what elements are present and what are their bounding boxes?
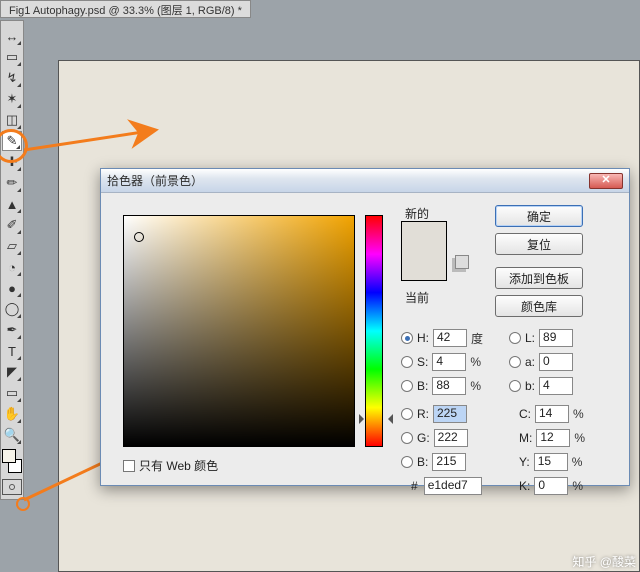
b-hsb-input[interactable]: 88 — [432, 377, 466, 395]
annotation-circle-swatch — [16, 497, 30, 511]
dialog-title-text: 拾色器（前景色） — [107, 172, 589, 189]
y-input[interactable]: 15 — [534, 453, 568, 471]
crop-tool[interactable]: ◫ — [2, 110, 22, 130]
b-lab-input[interactable]: 4 — [539, 377, 573, 395]
eraser-tool[interactable]: ▱ — [2, 236, 22, 256]
move-tool[interactable]: ↔ — [2, 26, 22, 46]
tool-palette: ↔▭↯✶◫✎✚✏▲✐▱◔●◯✒T◤▭✋🔍 — [0, 20, 24, 500]
new-color-label: 新的 — [405, 205, 429, 222]
l-row: L: 89 — [509, 329, 573, 347]
sv-indicator — [134, 232, 144, 242]
a-radio[interactable] — [509, 356, 521, 368]
g-input[interactable]: 222 — [434, 429, 468, 447]
h-row: H: 42 度 — [401, 329, 483, 347]
web-only-checkbox[interactable] — [123, 460, 135, 472]
a-row: a: 0 — [509, 353, 573, 371]
watermark: 知乎 @酸菜 — [572, 553, 636, 570]
shape-tool[interactable]: ▭ — [2, 383, 22, 403]
paint-bucket-tool[interactable]: ◔ — [2, 257, 22, 277]
hex-row: # e1ded7 — [411, 477, 482, 495]
blur-tool[interactable]: ● — [2, 278, 22, 298]
brush-tool[interactable]: ✏ — [2, 173, 22, 193]
rect-marquee-tool[interactable]: ▭ — [2, 47, 22, 67]
b-lab-radio[interactable] — [509, 380, 521, 392]
current-color-swatch[interactable] — [402, 251, 446, 280]
b-rgb-radio[interactable] — [401, 456, 413, 468]
magic-wand-tool[interactable]: ✶ — [2, 89, 22, 109]
l-input[interactable]: 89 — [539, 329, 573, 347]
web-only-row: 只有 Web 颜色 — [123, 457, 218, 474]
hue-slider-handle-left — [359, 414, 369, 424]
path-select-tool[interactable]: ◤ — [2, 362, 22, 382]
dodge-tool[interactable]: ◯ — [2, 299, 22, 319]
hex-input[interactable]: e1ded7 — [424, 477, 482, 495]
s-radio[interactable] — [401, 356, 413, 368]
h-input[interactable]: 42 — [433, 329, 467, 347]
b-hsb-radio[interactable] — [401, 380, 413, 392]
s-input[interactable]: 4 — [432, 353, 466, 371]
m-input[interactable]: 12 — [536, 429, 570, 447]
pen-tool[interactable]: ✒ — [2, 320, 22, 340]
hue-slider[interactable] — [365, 215, 383, 447]
c-row: C: 14 % — [519, 405, 584, 423]
k-row: K: 0 % — [519, 477, 583, 495]
clone-stamp-tool[interactable]: ▲ — [2, 194, 22, 214]
foreground-color-swatch[interactable] — [2, 449, 16, 463]
history-brush-tool[interactable]: ✐ — [2, 215, 22, 235]
quick-mask-button[interactable] — [2, 479, 22, 495]
color-swatches[interactable] — [2, 449, 22, 473]
b-hsb-row: B: 88 % — [401, 377, 481, 395]
type-tool[interactable]: T — [2, 341, 22, 361]
lasso-tool[interactable]: ↯ — [2, 68, 22, 88]
r-input[interactable]: 225 — [433, 405, 467, 423]
color-libs-button[interactable]: 颜色库 — [495, 295, 583, 317]
web-only-label: 只有 Web 颜色 — [139, 457, 218, 474]
b-rgb-row: B: 215 — [401, 453, 466, 471]
current-color-label: 当前 — [405, 289, 429, 306]
y-row: Y: 15 % — [519, 453, 582, 471]
add-swatch-button[interactable]: 添加到色板 — [495, 267, 583, 289]
c-input[interactable]: 14 — [535, 405, 569, 423]
r-radio[interactable] — [401, 408, 413, 420]
k-input[interactable]: 0 — [534, 477, 568, 495]
g-row: G: 222 — [401, 429, 468, 447]
a-input[interactable]: 0 — [539, 353, 573, 371]
color-preview — [401, 221, 447, 281]
zoom-tool[interactable]: 🔍 — [2, 425, 22, 445]
g-radio[interactable] — [401, 432, 413, 444]
r-row: R: 225 — [401, 405, 467, 423]
document-tab[interactable]: Fig1 Autophagy.psd @ 33.3% (图层 1, RGB/8)… — [0, 0, 251, 18]
document-tab-label: Fig1 Autophagy.psd @ 33.3% (图层 1, RGB/8)… — [9, 5, 242, 17]
b-lab-row: b: 4 — [509, 377, 573, 395]
l-radio[interactable] — [509, 332, 521, 344]
h-radio[interactable] — [401, 332, 413, 344]
reset-button[interactable]: 复位 — [495, 233, 583, 255]
close-button[interactable]: ✕ — [589, 173, 623, 189]
hand-tool[interactable]: ✋ — [2, 404, 22, 424]
hue-slider-handle-right — [383, 414, 393, 424]
dialog-body: 新的 当前 确定 复位 添加到色板 颜色库 H: 42 度 S: 4 % B: … — [101, 193, 629, 485]
new-color-swatch — [402, 222, 446, 251]
cube-icon[interactable] — [455, 255, 469, 269]
color-picker-dialog: 拾色器（前景色） ✕ 新的 当前 确定 复位 添加到色板 颜色库 H: 42 度 — [100, 168, 630, 486]
m-row: M: 12 % — [519, 429, 585, 447]
s-row: S: 4 % — [401, 353, 481, 371]
saturation-value-field[interactable] — [123, 215, 355, 447]
dialog-titlebar[interactable]: 拾色器（前景色） ✕ — [101, 169, 629, 193]
ok-button[interactable]: 确定 — [495, 205, 583, 227]
b-rgb-input[interactable]: 215 — [432, 453, 466, 471]
